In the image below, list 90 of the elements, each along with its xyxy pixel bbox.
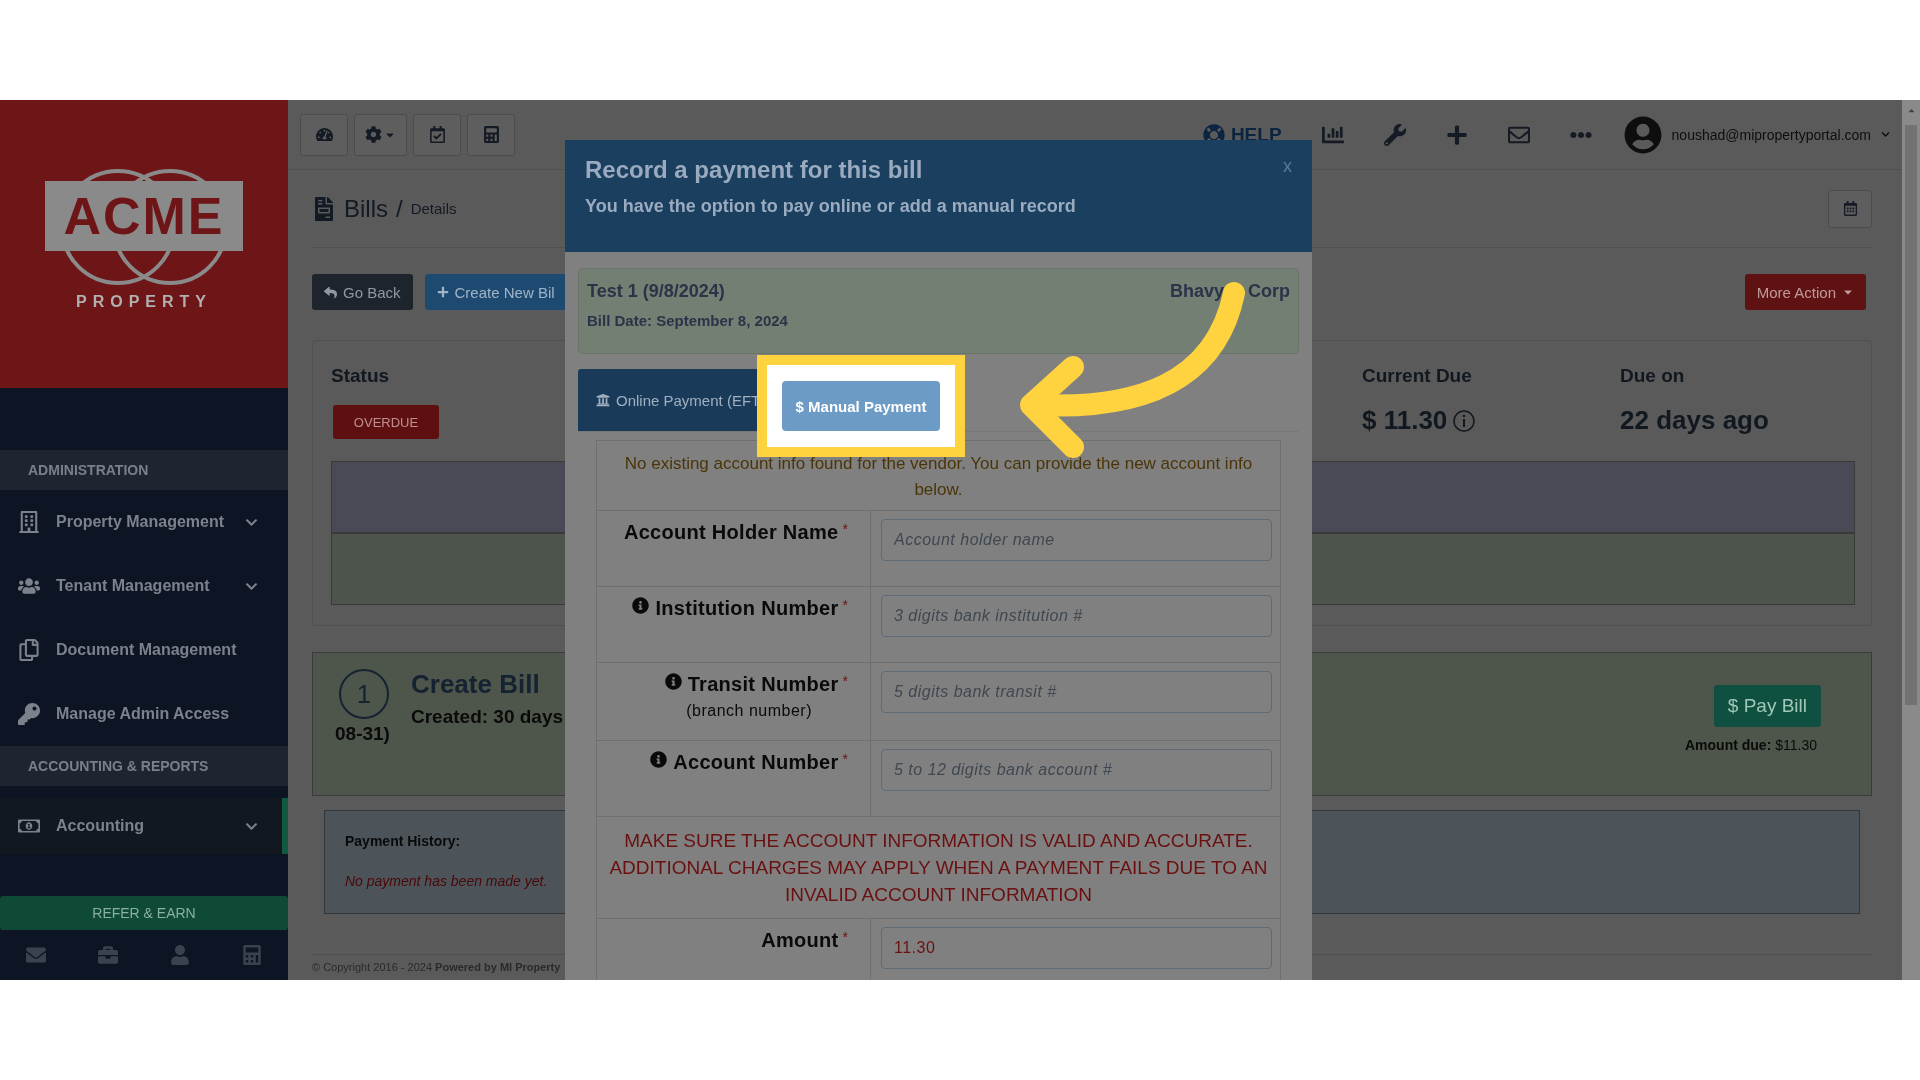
pay-bill-button[interactable]: $ Pay Bill (1713, 685, 1821, 727)
speedometer-icon (315, 126, 333, 143)
logo-tagline: PROPERTY (76, 293, 212, 311)
vendor-name: Bhavy (1169, 281, 1224, 302)
required-mark: * (842, 751, 848, 767)
users-icon (18, 575, 40, 597)
field-note: (branch number) (686, 702, 812, 720)
toolbar-button[interactable] (354, 113, 407, 156)
current-due-value: $ 11.30 (1362, 405, 1448, 436)
breadcrumb-separator: / (396, 194, 403, 223)
overdue-badge: OVERDUE (333, 405, 439, 439)
field-label: Institution Number (655, 597, 839, 620)
sidebar-item-label: Accounting (56, 817, 145, 835)
created-text: Created: 30 days (411, 706, 564, 728)
scrollbar[interactable] (1902, 100, 1920, 980)
section-heading: ADMINISTRATION (0, 450, 288, 490)
user-menu[interactable]: noushad@mipropertyportal.com (1623, 115, 1890, 154)
user-icon[interactable] (170, 945, 190, 965)
required-mark: * (842, 521, 848, 537)
info-icon (1453, 409, 1476, 432)
status-label: Status (331, 365, 390, 387)
sidebar-item[interactable]: Manage Admin Access (0, 682, 288, 746)
bank-icon (596, 393, 610, 407)
due-on-label: Due on (1620, 365, 1685, 387)
go-back-button[interactable]: Go Back (312, 274, 413, 310)
field-label: Transit Number (687, 673, 839, 696)
dialog-title: Record a payment for this bill (585, 156, 923, 184)
sidebar-item[interactable]: Tenant Management (0, 554, 288, 618)
sidebar-item-label: Property Management (56, 513, 226, 531)
required-mark: * (842, 929, 848, 945)
settings-icon (365, 126, 382, 143)
calendar-check-icon (428, 126, 446, 143)
chevron-down-icon (1881, 130, 1890, 139)
required-mark: * (842, 597, 848, 613)
toolbar-button[interactable] (467, 113, 515, 156)
due-on-value: 22 days ago (1620, 405, 1769, 436)
payment-history-label: Payment History: (345, 833, 461, 849)
field-label: Amount (761, 929, 839, 952)
step-title: Create Bill (411, 669, 540, 700)
amount-field[interactable]: 11.30 (881, 927, 1272, 969)
envelope-icon[interactable] (26, 945, 46, 965)
calendar-button[interactable] (1828, 189, 1872, 228)
section-heading: ACCOUNTING & REPORTS (0, 746, 288, 786)
input-field[interactable]: Account holder name (881, 519, 1272, 561)
input-field[interactable]: 3 digits bank institution # (881, 595, 1272, 637)
required-mark: * (842, 673, 848, 689)
create-bill-button[interactable]: Create New Bil (424, 274, 567, 310)
plus-icon (436, 286, 449, 298)
plus-icon[interactable] (1445, 123, 1468, 146)
bills-icon (312, 196, 336, 221)
sidebar-item-label: Document Management (56, 641, 238, 659)
date-fragment: 08-31) (335, 723, 390, 745)
field-label: Account Number (673, 751, 839, 774)
reply-icon (324, 285, 337, 299)
breadcrumb-current: Details (410, 200, 457, 217)
briefcase-icon[interactable] (98, 945, 118, 965)
step-number: 1 (339, 669, 389, 719)
current-due-label: Current Due (1362, 365, 1472, 387)
toolbar-button[interactable] (413, 113, 461, 156)
page-title: Bills (344, 194, 388, 223)
sidebar-item-label: Manage Admin Access (56, 705, 231, 723)
logo-wordmark: ACME (45, 181, 243, 251)
input-field[interactable]: 5 digits bank transit # (881, 671, 1272, 713)
empty-history-text: No payment has been made yet. (345, 873, 548, 889)
manual-payment-button[interactable]: $ Manual Payment (782, 381, 940, 431)
caret-up-icon (1906, 106, 1916, 115)
calculator-icon (482, 126, 500, 143)
sidebar-item[interactable]: Accounting (0, 798, 288, 854)
bill-date: Bill Date: September 8, 2024 (587, 312, 788, 329)
wrench-icon[interactable] (1383, 123, 1406, 146)
warning-text: MAKE SURE THE ACCOUNT INFORMATION IS VALID AND ACCURATE. ADDITIONAL CHARGES MAY APPLY WHEN A PAYMENT FAILS DUE TO AN INVALID ACCOUNT INFORMATION (597, 817, 1280, 919)
close-button[interactable]: x (1283, 156, 1292, 177)
dialog-subtitle: You have the option to pay online or add a manual record (585, 196, 1076, 217)
input-field[interactable]: 5 to 12 digits bank account # (881, 749, 1272, 791)
sidebar-item[interactable]: Document Management (0, 618, 288, 682)
sidebar-item-label: Tenant Management (56, 577, 211, 595)
refer-earn-button[interactable]: REFER & EARN (0, 896, 288, 930)
building-icon (18, 511, 40, 533)
field-label: Account Holder Name (623, 521, 839, 544)
vendor-name: Corp (1248, 281, 1290, 302)
calculator-icon[interactable] (242, 945, 262, 965)
bill-name: Test 1 (9/8/2024) (587, 281, 725, 302)
more-action-button[interactable]: More Action (1744, 274, 1866, 310)
avatar-icon (1623, 115, 1662, 154)
toolbar-button[interactable] (300, 113, 348, 156)
sidebar-item[interactable]: Property Management (0, 490, 288, 554)
calendar-icon (1842, 201, 1858, 216)
documents-icon (18, 639, 40, 661)
amount-due-text: Amount due: $11.30 (1685, 737, 1817, 753)
key-icon (18, 703, 40, 725)
